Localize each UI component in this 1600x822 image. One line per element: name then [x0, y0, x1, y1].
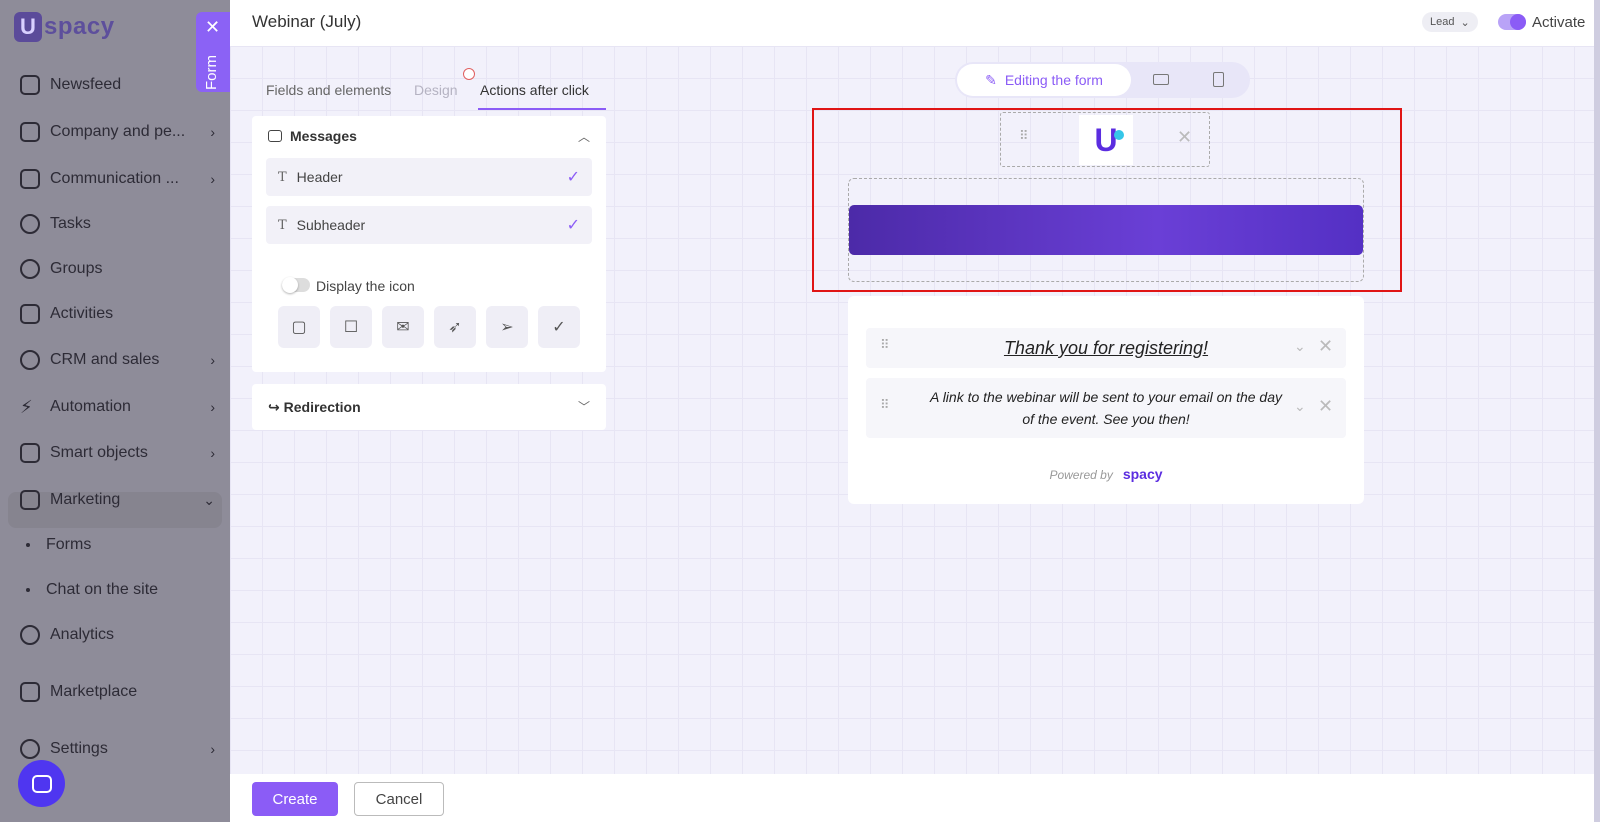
sidebar-subitem-chat[interactable]: Chat on the site [26, 575, 158, 605]
tab-fields-elements[interactable]: Fields and elements [266, 82, 391, 98]
sidebar-item-groups[interactable]: Groups [20, 252, 215, 286]
crm-icon [20, 350, 40, 370]
messages-header[interactable]: Messages [268, 128, 357, 144]
close-icon[interactable]: ✕ [205, 18, 220, 36]
chat-check-icon[interactable]: ☐ [330, 306, 372, 348]
header-bar: Webinar (July) Lead ⌄ Activate [230, 0, 1600, 46]
activate-toggle[interactable] [1498, 14, 1526, 30]
chevron-right-icon: › [210, 124, 215, 140]
messages-panel: Messages ︿ T Header ✓ T Subheader ✓ Disp… [252, 116, 606, 372]
logo-icon: U [14, 12, 42, 42]
chevron-right-icon: › [210, 352, 215, 368]
form-editor: Webinar (July) Lead ⌄ Activate Fields and… [230, 0, 1600, 822]
marketplace-icon [20, 682, 40, 702]
sidebar-subitem-forms[interactable]: Forms [26, 530, 91, 560]
sidebar-item-analytics[interactable]: Analytics [20, 618, 215, 652]
sidebar-item-communication[interactable]: Communication ... › [20, 162, 215, 196]
chevron-up-icon[interactable]: ︿ [578, 128, 590, 145]
thank-you-subheader-row[interactable]: ⠿ A link to the webinar will be sent to … [866, 378, 1346, 438]
powered-by: Powered by spacy [1049, 466, 1163, 482]
cancel-button[interactable]: Cancel [354, 782, 444, 816]
scrollbar[interactable] [1594, 0, 1600, 822]
chevron-down-icon: ⌄ [203, 491, 215, 508]
chevron-down-icon: ﹀ [577, 400, 590, 414]
sidebar: U spacy Newsfeed Company and pe... › Comm… [0, 0, 230, 822]
check-icon[interactable]: ✓ [567, 167, 580, 187]
lead-dropdown[interactable]: Lead ⌄ [1422, 12, 1478, 32]
tab-design[interactable]: Design [414, 82, 458, 98]
redirection-panel[interactable]: ↪ Redirection ﹀ [252, 384, 606, 430]
powered-brand-logo: spacy [1122, 466, 1163, 482]
mobile-icon[interactable] [1213, 72, 1224, 87]
chevron-right-icon: › [210, 171, 215, 187]
check-icon[interactable]: ✓ [567, 215, 580, 235]
footer-bar: Create Cancel [230, 774, 1600, 822]
subheader-field[interactable]: T Subheader ✓ [266, 206, 592, 244]
preview-mode-switch: ✎ Editing the form [955, 62, 1250, 98]
gear-icon [20, 739, 40, 759]
edit-icon: ✎ [985, 71, 997, 88]
chat-icon [31, 774, 52, 793]
activate-label: Activate [1532, 14, 1586, 31]
smart-objects-icon [20, 443, 40, 463]
brand-logo[interactable]: U spacy [14, 12, 115, 42]
display-icon-label: Display the icon [316, 278, 415, 294]
clipboard-icon[interactable]: ▢ [278, 306, 320, 348]
editing-form-button[interactable]: ✎ Editing the form [957, 64, 1131, 96]
tasks-icon [20, 214, 40, 234]
sidebar-item-marketplace[interactable]: Marketplace [20, 675, 215, 709]
form-tab-label: Form [203, 55, 220, 90]
message-icon [268, 130, 282, 142]
chevron-right-icon: › [210, 445, 215, 461]
active-tab-indicator [478, 108, 606, 110]
thank-you-header-row[interactable]: ⠿ Thank you for registering! ⌄ ✕ [866, 328, 1346, 368]
company-icon [20, 122, 40, 142]
redirect-icon: ↪ [268, 399, 280, 415]
create-button[interactable]: Create [252, 782, 338, 816]
home-icon [20, 75, 40, 95]
sidebar-item-tasks[interactable]: Tasks [20, 207, 215, 241]
close-icon[interactable]: ✕ [1318, 396, 1333, 417]
check-icon[interactable]: ✓ [538, 306, 580, 348]
chat-support-button[interactable] [18, 760, 65, 807]
bullet-icon [26, 588, 30, 592]
communication-icon [20, 169, 40, 189]
redirection-header: ↪ Redirection [268, 399, 361, 415]
thank-you-card: ⠿ Thank you for registering! ⌄ ✕ ⠿ A lin… [848, 296, 1364, 504]
send-icon[interactable]: ➢ [486, 306, 528, 348]
rocket-icon[interactable]: ➶ [434, 306, 476, 348]
bullet-icon [26, 543, 30, 547]
selection-highlight [812, 108, 1402, 292]
sidebar-item-marketing[interactable]: Marketing ⌄ [20, 483, 215, 517]
chevron-down-icon[interactable]: ⌄ [1294, 398, 1306, 415]
thank-you-heading: Thank you for registering! [1003, 338, 1209, 358]
page-title: Webinar (July) [252, 12, 362, 31]
groups-icon [20, 259, 40, 279]
sidebar-item-company[interactable]: Company and pe... › [20, 115, 215, 149]
chevron-right-icon: › [210, 741, 215, 757]
sidebar-item-automation[interactable]: ⚡ Automation › [20, 390, 215, 424]
close-icon[interactable]: ✕ [1318, 336, 1333, 357]
thank-you-subtext: A link to the webinar will be sent to yo… [929, 389, 1282, 427]
text-icon: T [278, 217, 287, 233]
calendar-icon [20, 304, 40, 324]
text-icon: T [278, 169, 287, 185]
display-icon-toggle[interactable] [282, 277, 310, 293]
tab-actions-after-click[interactable]: Actions after click [480, 82, 589, 98]
desktop-icon[interactable] [1153, 74, 1169, 85]
marketing-icon [20, 490, 40, 510]
chevron-down-icon: ⌄ [1460, 16, 1470, 29]
mail-icon[interactable]: ✉ [382, 306, 424, 348]
sidebar-item-crm[interactable]: CRM and sales › [20, 343, 215, 377]
chevron-right-icon: › [210, 399, 215, 415]
sidebar-item-smart-objects[interactable]: Smart objects › [20, 436, 215, 470]
form-drawer-tab[interactable]: ✕ Form [196, 12, 230, 92]
header-field[interactable]: T Header ✓ [266, 158, 592, 196]
chevron-down-icon[interactable]: ⌄ [1294, 338, 1306, 355]
lightning-icon: ⚡ [20, 397, 33, 417]
analytics-icon [20, 625, 40, 645]
sidebar-item-activities[interactable]: Activities [20, 297, 215, 331]
sidebar-item-newsfeed[interactable]: Newsfeed [20, 68, 215, 102]
notification-badge [463, 68, 475, 80]
